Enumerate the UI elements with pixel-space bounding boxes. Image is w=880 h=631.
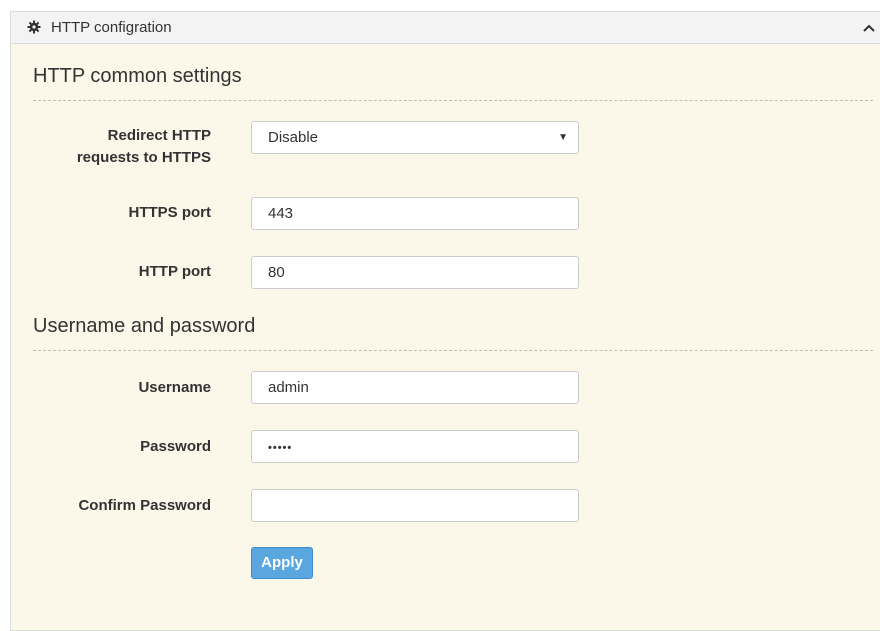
redirect-label: Redirect HTTP requests to HTTPS bbox=[61, 125, 211, 169]
apply-button[interactable]: Apply bbox=[251, 547, 313, 579]
panel-title: HTTP configration bbox=[51, 19, 172, 36]
gear-icon bbox=[27, 20, 41, 34]
chevron-up-icon[interactable] bbox=[862, 21, 876, 35]
username-input[interactable]: admin bbox=[251, 371, 579, 404]
redirect-select-value: Disable bbox=[268, 129, 319, 146]
https-port-input[interactable]: 443 bbox=[251, 197, 579, 230]
http-port-input[interactable]: 80 bbox=[251, 256, 579, 289]
https-port-label: HTTPS port bbox=[128, 204, 212, 221]
password-value: ••••• bbox=[268, 442, 293, 454]
password-label: Password bbox=[140, 438, 211, 455]
username-password-title: Username and password bbox=[33, 315, 256, 337]
username-label: Username bbox=[138, 379, 211, 396]
http-common-settings-title: HTTP common settings bbox=[33, 65, 242, 87]
http-port-label: HTTP port bbox=[138, 263, 211, 280]
panel-header[interactable]: HTTP configration bbox=[11, 12, 880, 44]
confirm-password-input[interactable] bbox=[251, 489, 579, 522]
http-config-panel: HTTP configration HTTP common settings R… bbox=[10, 11, 880, 631]
section-divider bbox=[33, 350, 873, 351]
caret-down-icon: ▼ bbox=[558, 132, 568, 143]
redirect-label-text: Redirect HTTP requests to HTTPS bbox=[76, 127, 211, 166]
redirect-select[interactable]: Disable ▼ bbox=[251, 121, 579, 154]
password-input[interactable]: ••••• bbox=[251, 430, 579, 463]
confirm-password-label: Confirm Password bbox=[78, 497, 211, 514]
section-divider bbox=[33, 100, 873, 101]
